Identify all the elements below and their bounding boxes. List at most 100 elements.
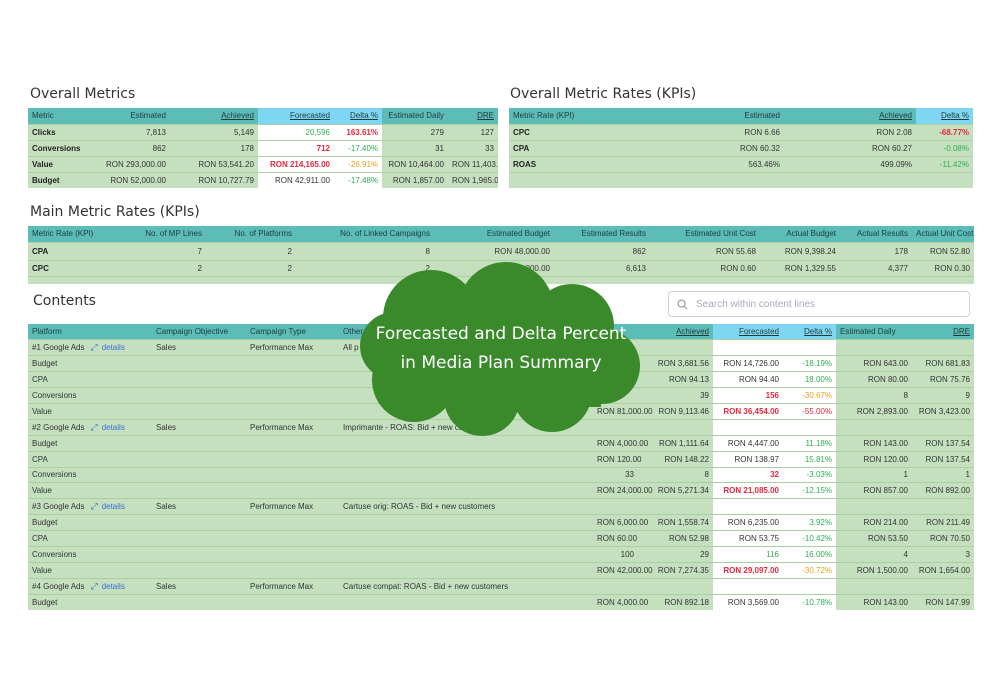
- estimated-value: 862: [98, 139, 170, 156]
- dre-value: RON 75.76: [912, 371, 974, 388]
- estimated-daily-value: RON 143.00: [836, 434, 912, 452]
- header-delta[interactable]: Delta %: [783, 324, 836, 340]
- delta-value: 163.61%: [334, 123, 382, 140]
- header-estimated[interactable]: Estimated: [659, 108, 784, 124]
- metric-label: Budget: [28, 593, 152, 611]
- details-link[interactable]: details: [102, 343, 125, 352]
- dre-value: RON 3,423.00: [912, 402, 974, 420]
- type-cell: Performance Max: [246, 498, 339, 515]
- estimated-daily-value: RON 10,464.00: [382, 155, 448, 172]
- achieved-value: RON 60.27: [784, 139, 916, 156]
- cell: RON 55.68: [650, 241, 760, 260]
- cell: 2: [108, 259, 206, 276]
- delta-value: -55.00%: [783, 402, 836, 420]
- details-link[interactable]: details: [102, 502, 125, 511]
- content-search-input[interactable]: [696, 298, 956, 310]
- cell: 2: [206, 241, 296, 260]
- cell: 862: [554, 241, 650, 260]
- metric-label: CPA: [28, 450, 152, 468]
- header-campaign-objective: Campaign Objective: [152, 324, 246, 340]
- expand-icon[interactable]: ⤢: [90, 422, 97, 432]
- metric-label: CPA: [509, 139, 659, 156]
- expand-icon[interactable]: ⤢: [90, 581, 97, 591]
- forecasted-value: RON 3,569.00: [713, 593, 783, 611]
- header-achieved[interactable]: Achieved: [638, 324, 713, 340]
- details-link[interactable]: details: [102, 423, 125, 432]
- header-estimated-daily[interactable]: Estimated Daily: [382, 108, 448, 124]
- dre-value: RON 892.00: [912, 482, 974, 499]
- header-dre[interactable]: DRE: [912, 324, 974, 340]
- details-link[interactable]: details: [102, 582, 125, 591]
- delta-value: 3.92%: [783, 514, 836, 531]
- estimated-value: RON 52,000.00: [98, 171, 170, 188]
- achieved-value: 39: [638, 387, 713, 404]
- header-delta[interactable]: Delta %: [916, 108, 973, 124]
- header-achieved[interactable]: Achieved: [170, 108, 258, 124]
- estimated-value: RON 60.00: [593, 530, 638, 547]
- estimated-daily-value: RON 214.00: [836, 514, 912, 531]
- cell: RON 0.30: [912, 259, 974, 276]
- achieved-value: RON 1,111.64: [638, 434, 713, 452]
- header-campaign-type: Campaign Type: [246, 324, 339, 340]
- header-dre[interactable]: DRE: [448, 108, 498, 124]
- objective-cell: Sales: [152, 339, 246, 356]
- forecasted-value: RON 42,911.00: [258, 171, 334, 188]
- overall-metrics-title: Overall Metrics: [30, 86, 136, 102]
- platform-cell: #4 Google Ads ⤢ details: [28, 577, 152, 595]
- forecasted-value: 712: [258, 139, 334, 156]
- forecasted-value: RON 214,165.00: [258, 155, 334, 172]
- search-icon: [677, 298, 688, 310]
- platform-cell: #1 Google Ads ⤢ details: [28, 339, 152, 356]
- header-actual-results: Actual Results: [840, 226, 912, 242]
- estimated-daily-value: RON 143.00: [836, 593, 912, 611]
- achieved-value: RON 148.22: [638, 450, 713, 468]
- metric-label: Value: [28, 482, 152, 499]
- estimated-daily-value: RON 120.00: [836, 450, 912, 468]
- objective-cell: Sales: [152, 577, 246, 595]
- type-cell: Performance Max: [246, 418, 339, 436]
- header-delta[interactable]: Delta %: [334, 108, 382, 124]
- content-search-box[interactable]: [668, 291, 970, 317]
- dre-value: RON 211.49: [912, 514, 974, 531]
- dre-value: 9: [912, 387, 974, 404]
- platform-name: #1 Google Ads: [32, 343, 85, 353]
- achieved-value: 5,149: [170, 123, 258, 140]
- estimated-value: RON 120.00: [593, 450, 641, 468]
- delta-value: -30.67%: [783, 387, 836, 404]
- delta-value: -0.08%: [916, 139, 973, 156]
- contents-title: Contents: [33, 293, 96, 309]
- forecasted-value: RON 14,726.00: [713, 355, 783, 372]
- cell: RON 48,000.00: [434, 241, 554, 260]
- platform-name: #3 Google Ads: [32, 502, 85, 512]
- dre-value: RON 11,403.00: [448, 155, 498, 172]
- estimated-daily-value: 31: [382, 139, 448, 156]
- metric-label: Clicks: [28, 123, 98, 140]
- cell: 8: [296, 241, 434, 260]
- header-actual-unit-cost: Actual Unit Cost: [912, 226, 974, 242]
- cell: RON 9,398.24: [760, 241, 840, 260]
- header-estimated-daily[interactable]: Estimated Daily: [836, 324, 912, 340]
- header-estimated[interactable]: Estimated: [98, 108, 170, 124]
- header-estimated-results: Estimated Results: [554, 226, 650, 242]
- cell: RON 0.60: [650, 259, 760, 276]
- other-cell: Cartuse compat: ROAS - Bid + new custome…: [339, 577, 638, 595]
- delta-value: -26.91%: [334, 155, 382, 172]
- header-forecasted[interactable]: Forecasted: [258, 108, 334, 124]
- dre-value: 33: [448, 139, 498, 156]
- table-row: Budget RON 52,000.00 RON 10,727.79 RON 4…: [28, 171, 498, 188]
- forecasted-value: RON 53.75: [713, 530, 783, 547]
- expand-icon[interactable]: ⤢: [90, 501, 97, 511]
- estimated-daily-value: RON 643.00: [836, 355, 912, 372]
- header-platform: Platform: [28, 324, 152, 340]
- forecasted-value: RON 4,447.00: [713, 434, 783, 452]
- estimated-value: 563.46%: [659, 155, 784, 172]
- header-forecasted[interactable]: Forecasted: [713, 324, 783, 340]
- table-row: CPA RON 60.00 RON 52.98 RON 53.75 -10.42% RON…: [28, 530, 974, 547]
- expand-icon[interactable]: ⤢: [90, 342, 97, 352]
- header-achieved[interactable]: Achieved: [784, 108, 916, 124]
- achieved-value: RON 10,727.79: [170, 171, 258, 188]
- table-row: [509, 171, 973, 188]
- dre-value: RON 681.83: [912, 355, 974, 372]
- metric-label: Conversions: [28, 387, 152, 404]
- dre-value: RON 1,965.00: [448, 171, 498, 188]
